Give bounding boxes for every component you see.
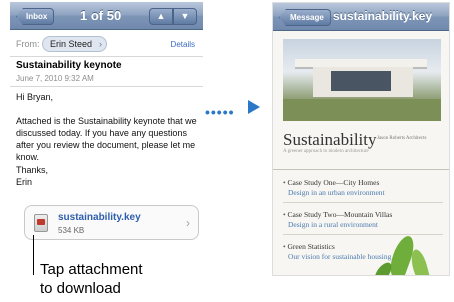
sender-chip[interactable]: Erin Steed › [42, 36, 108, 52]
doc-separator [283, 202, 443, 203]
attachment-card[interactable]: sustainability.key 534 KB › [24, 205, 199, 240]
from-row: From: Erin Steed › Details [10, 33, 203, 57]
from-label: From: [16, 39, 40, 49]
doc-subtitle: A greener approach to modern architectur… [283, 149, 369, 154]
callout-line-1: Tap attachment [40, 261, 143, 278]
callout-line [33, 235, 34, 275]
preview-title: sustainability.key [333, 9, 433, 23]
preview-screen: Message sustainability.key Sustainabilit… [272, 2, 450, 276]
message-signature: Erin [16, 177, 33, 187]
next-message-button[interactable]: ▼ [173, 8, 197, 25]
message-greeting: Hi Bryan, [16, 92, 54, 102]
chevron-right-icon: › [99, 39, 103, 49]
doc-divider [273, 169, 449, 170]
doc-separator [283, 234, 443, 235]
message-subject: Sustainability keynote [16, 60, 122, 71]
doc-item-heading: Green Statistics [287, 242, 335, 251]
house-roof [295, 59, 427, 67]
doc-item-heading: Case Study Two—Mountain Villas [287, 210, 393, 219]
doc-title: Sustainability [283, 130, 377, 149]
down-arrow-icon: ▼ [180, 11, 190, 21]
house-lawn [283, 99, 441, 121]
up-arrow-icon: ▲ [156, 11, 166, 21]
house-window [331, 71, 391, 91]
message-date: June 7, 2010 9:32 AM [16, 74, 94, 83]
doc-item-sub: Design in a rural environment [288, 220, 378, 229]
arrow-right-icon [248, 100, 260, 114]
doc-item-sub: Design in an urban environment [288, 188, 385, 197]
details-link[interactable]: Details [171, 40, 195, 49]
callout-text: Tap attachment to download [40, 260, 143, 298]
doc-item-heading: Case Study One—City Homes [287, 178, 380, 187]
dotted-connector: ••••• [205, 104, 235, 120]
previous-message-button[interactable]: ▲ [149, 8, 173, 25]
attachment-name: sustainability.key [58, 212, 141, 223]
inbox-back-button[interactable]: Inbox [16, 8, 55, 25]
divider [10, 86, 203, 87]
message-counter: 1 of 50 [80, 8, 122, 23]
mail-screen: Inbox 1 of 50 ▲ ▼ From: Erin Steed › Det… [10, 2, 203, 246]
sender-name: Erin Steed [50, 39, 93, 49]
message-body: Attached is the Sustainability keynote t… [16, 116, 197, 162]
message-back-button[interactable]: Message [279, 9, 331, 26]
doc-list-item: • Case Study One—City Homes Design in an… [283, 178, 385, 197]
doc-list-item: • Green Statistics Our vision for sustai… [283, 242, 392, 261]
grass-leaf-decoration [408, 247, 432, 275]
doc-author: Jason Roberts Architects [377, 136, 427, 141]
doc-list-item: • Case Study Two—Mountain Villas Design … [283, 210, 393, 229]
keynote-file-icon [34, 214, 48, 232]
attachment-size: 534 KB [58, 226, 85, 235]
chevron-right-icon: › [186, 216, 190, 230]
callout-line-2: to download [40, 280, 121, 297]
mail-navbar: Inbox 1 of 50 ▲ ▼ [10, 2, 203, 30]
message-signoff: Thanks, [16, 165, 49, 175]
preview-navbar: Message sustainability.key [273, 3, 449, 31]
doc-item-sub: Our vision for sustainable housing [288, 252, 392, 261]
house-photo [283, 39, 441, 121]
